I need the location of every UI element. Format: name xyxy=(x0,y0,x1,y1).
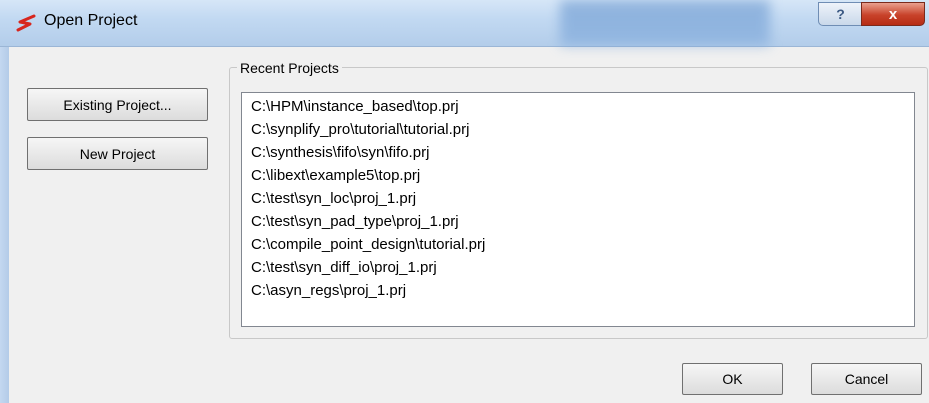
list-item[interactable]: C:\asyn_regs\proj_1.prj xyxy=(251,282,406,299)
existing-project-button[interactable]: Existing Project... xyxy=(27,88,208,121)
help-button[interactable]: ? xyxy=(818,2,863,26)
window-title: Open Project xyxy=(44,12,138,29)
recent-projects-list[interactable]: C:\HPM\instance_based\top.prj C:\synplif… xyxy=(241,92,915,327)
close-button[interactable]: x xyxy=(861,2,925,26)
list-item[interactable]: C:\synplify_pro\tutorial\tutorial.prj xyxy=(251,121,469,138)
ok-button[interactable]: OK xyxy=(682,363,783,395)
list-item[interactable]: C:\synthesis\fifo\syn\fifo.prj xyxy=(251,144,429,161)
list-item[interactable]: C:\test\syn_diff_io\proj_1.prj xyxy=(251,259,437,276)
open-project-dialog: Open Project ? x Existing Project... New… xyxy=(0,0,929,403)
synplify-logo-icon xyxy=(16,14,36,32)
list-item[interactable]: C:\libext\example5\top.prj xyxy=(251,167,420,184)
list-item[interactable]: C:\test\syn_loc\proj_1.prj xyxy=(251,190,416,207)
new-project-button[interactable]: New Project xyxy=(27,137,208,170)
list-item[interactable]: C:\compile_point_design\tutorial.prj xyxy=(251,236,485,253)
list-item[interactable]: C:\test\syn_pad_type\proj_1.prj xyxy=(251,213,459,230)
title-bar[interactable]: Open Project ? x xyxy=(0,0,929,47)
window-frame-left xyxy=(0,47,9,403)
list-item[interactable]: C:\HPM\instance_based\top.prj xyxy=(251,98,459,115)
recent-projects-label: Recent Projects xyxy=(237,60,342,76)
cancel-button[interactable]: Cancel xyxy=(811,363,922,395)
